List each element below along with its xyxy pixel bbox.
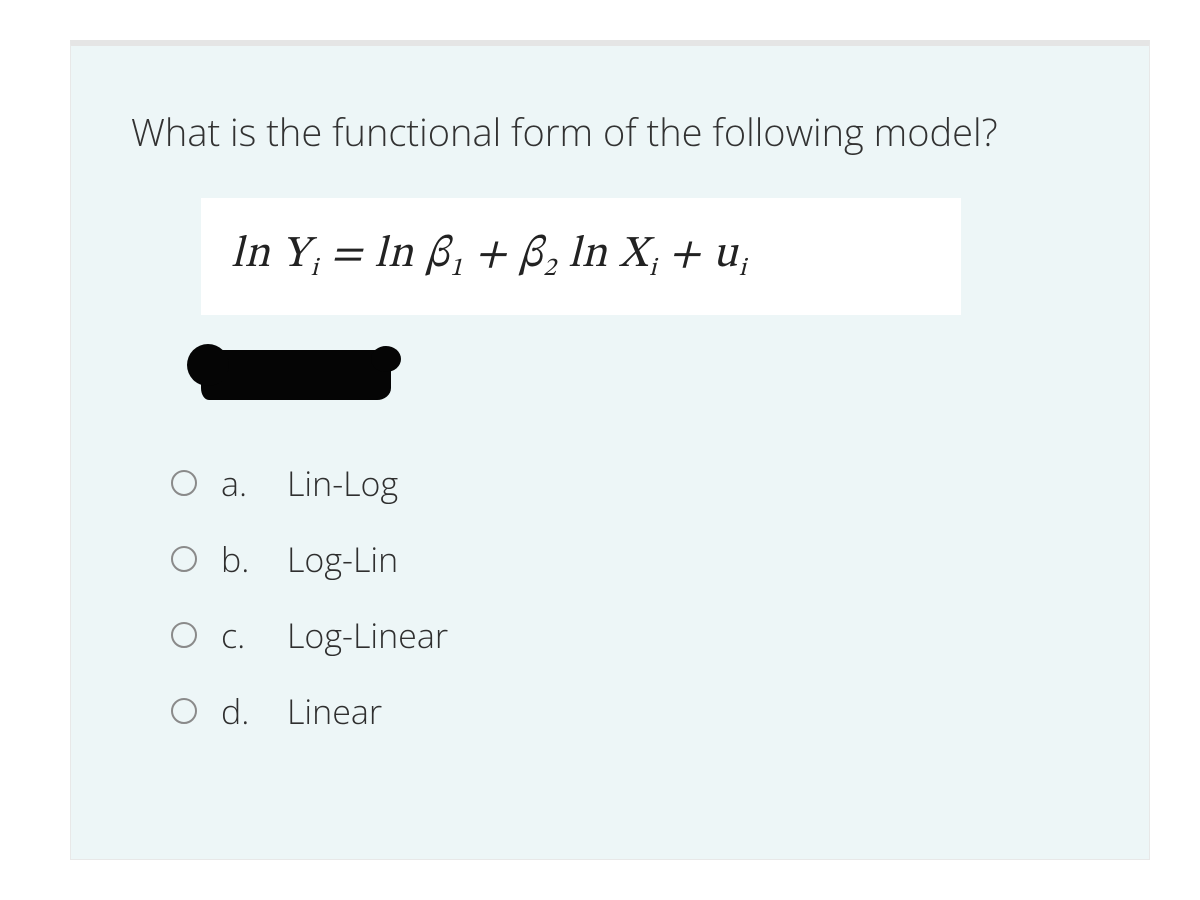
option-a[interactable]: a. Lin-Log — [171, 460, 1079, 506]
page: What is the functional form of the follo… — [0, 0, 1200, 900]
eq-rhs2-betasub: 2 — [543, 257, 557, 282]
option-label: Log-Linear — [287, 612, 448, 658]
eq-equals: = — [330, 233, 374, 277]
eq-plus1: + — [475, 233, 519, 277]
eq-rhs2-sub: i — [649, 257, 657, 282]
eq-ln-lhs: ln — [231, 233, 271, 277]
option-d[interactable]: d. Linear — [171, 688, 1079, 734]
redaction-mark — [201, 350, 391, 400]
eq-rhs2-beta: β — [519, 233, 543, 277]
question-card: What is the functional form of the follo… — [70, 40, 1150, 860]
radio-icon[interactable] — [171, 546, 197, 572]
radio-icon[interactable] — [171, 622, 197, 648]
radio-icon[interactable] — [171, 470, 197, 496]
option-label: Linear — [287, 688, 382, 734]
eq-lhs-var: Y — [281, 233, 310, 277]
eq-err: u — [713, 233, 739, 277]
eq-plus2: + — [669, 233, 713, 277]
equation-box: ln Yi = ln β1 + β2 ln Xi + ui — [201, 198, 961, 315]
question-prompt: What is the functional form of the follo… — [131, 106, 1079, 158]
eq-err-sub: i — [739, 257, 747, 282]
eq-rhs1-beta: β — [426, 233, 450, 277]
option-letter: d. — [221, 688, 271, 734]
eq-rhs1-ln: ln — [374, 233, 414, 277]
radio-icon[interactable] — [171, 698, 197, 724]
option-letter: c. — [221, 612, 271, 658]
option-label: Log-Lin — [287, 536, 398, 582]
options-list: a. Lin-Log b. Log-Lin c. Log-Linear d. L… — [171, 460, 1079, 734]
eq-lhs-sub: i — [311, 257, 319, 282]
option-label: Lin-Log — [287, 460, 398, 506]
eq-rhs1-betasub: 1 — [450, 257, 464, 282]
option-b[interactable]: b. Log-Lin — [171, 536, 1079, 582]
option-letter: a. — [221, 460, 271, 506]
eq-rhs2-var: X — [619, 233, 649, 277]
option-c[interactable]: c. Log-Linear — [171, 612, 1079, 658]
eq-rhs2-ln: ln — [568, 233, 608, 277]
option-letter: b. — [221, 536, 271, 582]
